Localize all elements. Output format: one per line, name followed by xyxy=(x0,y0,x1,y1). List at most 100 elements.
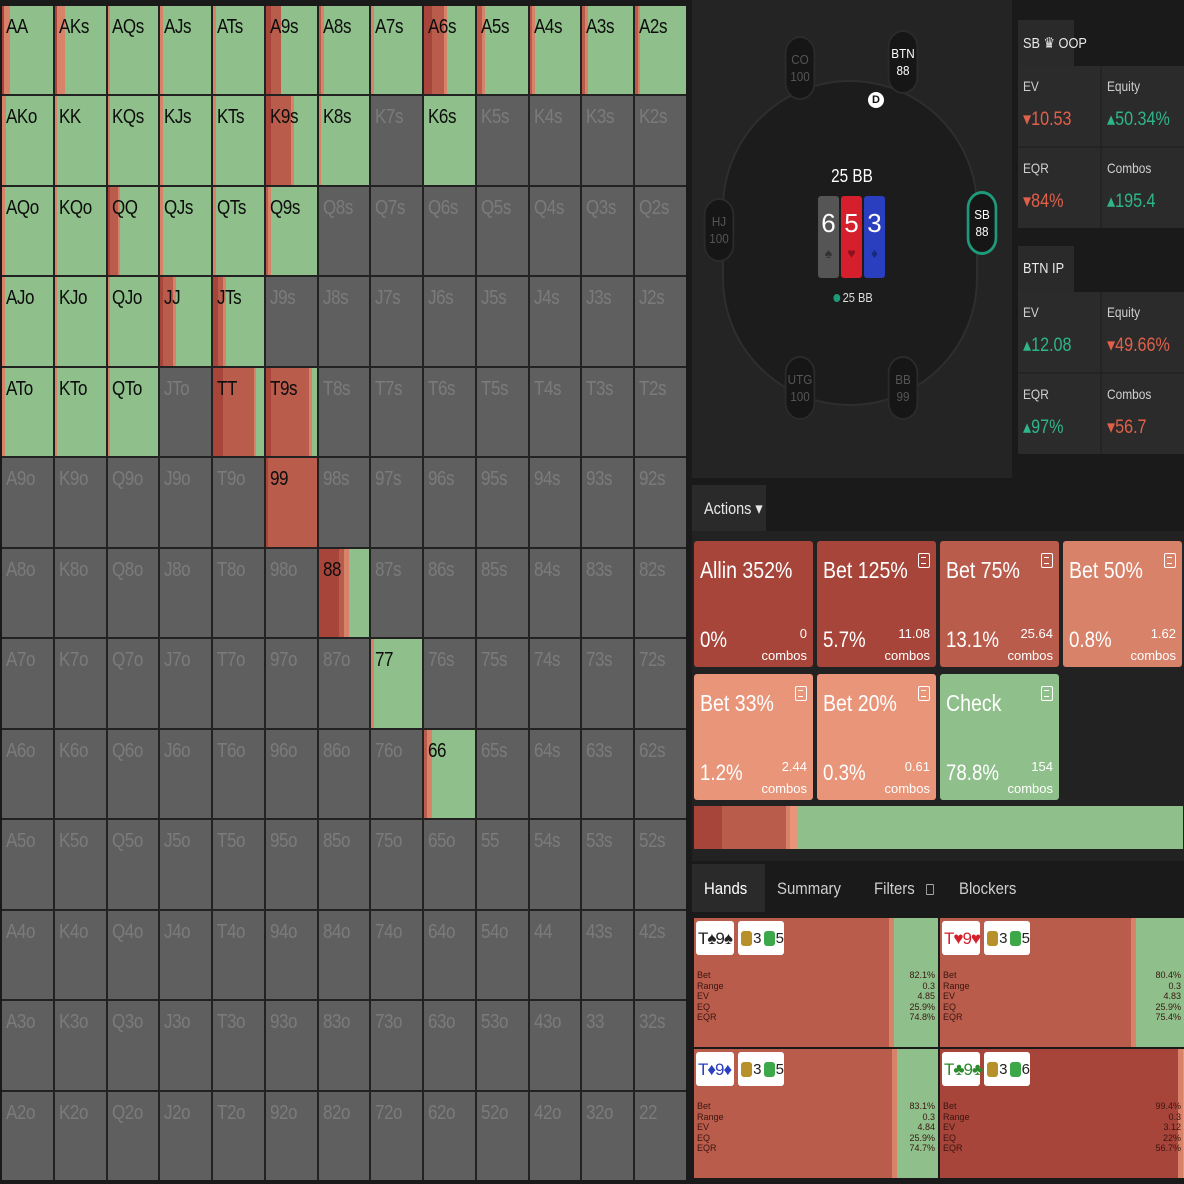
matrix-cell[interactable]: AKs xyxy=(54,6,106,95)
matrix-cell[interactable]: J5s xyxy=(476,277,528,366)
matrix-cell[interactable]: Q4s xyxy=(529,186,581,276)
matrix-cell[interactable]: 94o xyxy=(265,910,317,1000)
note-icon[interactable] xyxy=(918,553,930,568)
matrix-cell[interactable]: T5s xyxy=(476,367,528,457)
matrix-cell[interactable]: 75s xyxy=(476,639,528,728)
seat-hj[interactable]: HJ 100 xyxy=(703,198,735,262)
matrix-cell[interactable]: A8o xyxy=(2,548,53,638)
matrix-cell[interactable]: 33 xyxy=(582,1001,634,1090)
matrix-cell[interactable]: T5o xyxy=(213,820,264,909)
hand-card[interactable]: T♥9♥ 3 5 Bet 80.4% Range 0.3 EV 4.83 EQ 25.9% EQR 75… xyxy=(940,918,1184,1047)
matrix-cell[interactable]: T6s xyxy=(424,367,475,457)
matrix-cell[interactable]: 73o xyxy=(371,1001,423,1090)
matrix-cell[interactable]: 42o xyxy=(529,1091,581,1180)
tab-filters[interactable]: Filters xyxy=(862,864,947,912)
action-button[interactable]: Bet 125% 5.7% 11.08 combos xyxy=(817,541,936,667)
matrix-cell[interactable]: A3s xyxy=(582,6,634,95)
matrix-cell[interactable]: K4s xyxy=(529,96,581,185)
matrix-cell[interactable]: A8s xyxy=(318,6,370,95)
action-button[interactable]: Bet 33% 1.2% 2.44 combos xyxy=(694,674,813,800)
matrix-cell[interactable]: Q7s xyxy=(371,186,423,276)
matrix-cell[interactable]: J7o xyxy=(160,639,212,728)
matrix-cell[interactable]: 74s xyxy=(529,639,581,728)
matrix-cell[interactable]: 92s xyxy=(635,458,686,547)
matrix-cell[interactable]: JTs xyxy=(213,277,264,366)
matrix-cell[interactable]: 32o xyxy=(582,1091,634,1180)
matrix-cell[interactable]: J3o xyxy=(160,1001,212,1090)
matrix-cell[interactable]: J9o xyxy=(160,458,212,547)
matrix-cell[interactable]: T4s xyxy=(529,367,581,457)
matrix-cell[interactable]: A9s xyxy=(265,6,317,95)
matrix-cell[interactable]: 93o xyxy=(265,1001,317,1090)
matrix-cell[interactable]: K9s xyxy=(265,96,317,185)
matrix-cell[interactable]: Q5o xyxy=(107,820,159,909)
actions-dropdown[interactable]: Actions ▾ xyxy=(692,485,766,531)
matrix-cell[interactable]: 84o xyxy=(318,910,370,1000)
matrix-cell[interactable]: K7o xyxy=(54,639,106,728)
matrix-cell[interactable]: 85s xyxy=(476,548,528,638)
matrix-cell[interactable]: A2s xyxy=(635,6,686,95)
matrix-cell[interactable]: Q4o xyxy=(107,910,159,1000)
matrix-cell[interactable]: 92o xyxy=(265,1091,317,1180)
matrix-cell[interactable]: 83s xyxy=(582,548,634,638)
matrix-cell[interactable]: 87o xyxy=(318,639,370,728)
matrix-cell[interactable]: TT xyxy=(213,367,264,457)
matrix-cell[interactable]: K8s xyxy=(318,96,370,185)
matrix-cell[interactable]: K6s xyxy=(424,96,475,185)
matrix-cell[interactable]: 95o xyxy=(265,820,317,909)
matrix-cell[interactable]: J5o xyxy=(160,820,212,909)
seat-co[interactable]: CO 100 xyxy=(784,36,816,100)
matrix-cell[interactable]: 53s xyxy=(582,820,634,909)
matrix-cell[interactable]: Q2o xyxy=(107,1091,159,1180)
matrix-cell[interactable]: 52o xyxy=(476,1091,528,1180)
matrix-cell[interactable]: 43o xyxy=(529,1001,581,1090)
matrix-cell[interactable]: JTo xyxy=(160,367,212,457)
matrix-cell[interactable]: K2o xyxy=(54,1091,106,1180)
action-button[interactable]: Bet 75% 13.1% 25.64 combos xyxy=(940,541,1059,667)
matrix-cell[interactable]: 82s xyxy=(635,548,686,638)
matrix-cell[interactable]: 87s xyxy=(371,548,423,638)
matrix-cell[interactable]: J3s xyxy=(582,277,634,366)
matrix-cell[interactable]: 83o xyxy=(318,1001,370,1090)
matrix-cell[interactable]: 93s xyxy=(582,458,634,547)
matrix-cell[interactable]: J6s xyxy=(424,277,475,366)
matrix-cell[interactable]: 73s xyxy=(582,639,634,728)
matrix-cell[interactable]: A2o xyxy=(2,1091,53,1180)
note-icon[interactable] xyxy=(1041,553,1053,568)
matrix-cell[interactable]: KJo xyxy=(54,277,106,366)
matrix-cell[interactable]: T8o xyxy=(213,548,264,638)
matrix-cell[interactable]: 64o xyxy=(424,910,475,1000)
matrix-cell[interactable]: 94s xyxy=(529,458,581,547)
matrix-cell[interactable]: J4s xyxy=(529,277,581,366)
matrix-cell[interactable]: J6o xyxy=(160,729,212,819)
matrix-cell[interactable]: T9s xyxy=(265,367,317,457)
matrix-cell[interactable]: 42s xyxy=(635,910,686,1000)
matrix-cell[interactable]: Q7o xyxy=(107,639,159,728)
matrix-cell[interactable]: Q9o xyxy=(107,458,159,547)
matrix-cell[interactable]: 82o xyxy=(318,1091,370,1180)
matrix-cell[interactable]: J4o xyxy=(160,910,212,1000)
tab-summary[interactable]: Summary xyxy=(765,864,862,912)
seat-sb[interactable]: SB 88 xyxy=(966,191,998,255)
matrix-cell[interactable]: KJs xyxy=(160,96,212,185)
matrix-cell[interactable]: K4o xyxy=(54,910,106,1000)
note-icon[interactable] xyxy=(795,686,807,701)
matrix-cell[interactable]: 86s xyxy=(424,548,475,638)
matrix-cell[interactable]: T3s xyxy=(582,367,634,457)
matrix-cell[interactable]: T2s xyxy=(635,367,686,457)
matrix-cell[interactable]: 54s xyxy=(529,820,581,909)
matrix-cell[interactable]: K9o xyxy=(54,458,106,547)
matrix-cell[interactable]: T6o xyxy=(213,729,264,819)
matrix-cell[interactable]: JJ xyxy=(160,277,212,366)
matrix-cell[interactable]: 44 xyxy=(529,910,581,1000)
matrix-cell[interactable]: K6o xyxy=(54,729,106,819)
matrix-cell[interactable]: AJo xyxy=(2,277,53,366)
matrix-cell[interactable]: 74o xyxy=(371,910,423,1000)
matrix-cell[interactable]: AA xyxy=(2,6,53,95)
matrix-cell[interactable]: A4o xyxy=(2,910,53,1000)
matrix-cell[interactable]: Q5s xyxy=(476,186,528,276)
matrix-cell[interactable]: J7s xyxy=(371,277,423,366)
matrix-cell[interactable]: ATo xyxy=(2,367,53,457)
matrix-cell[interactable]: AKo xyxy=(2,96,53,185)
matrix-cell[interactable]: QTo xyxy=(107,367,159,457)
